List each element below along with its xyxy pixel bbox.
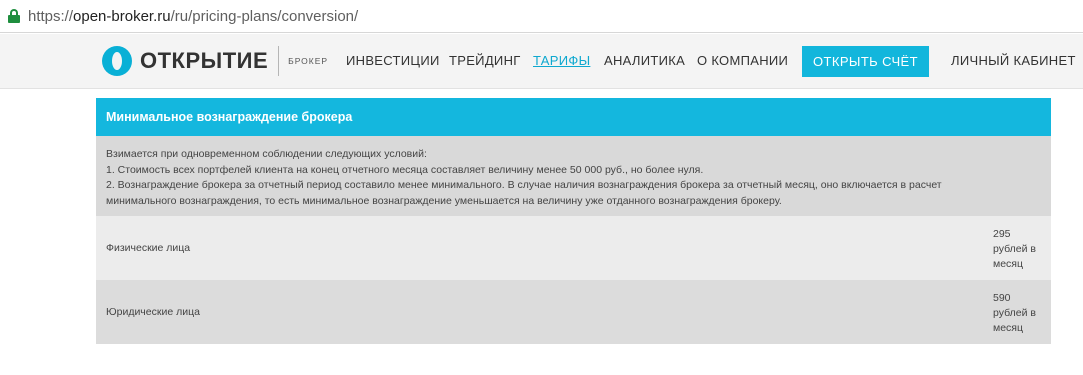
- price-amount: 590: [993, 292, 1011, 304]
- pricing-table: Минимальное вознаграждение брокера Взима…: [96, 98, 1051, 344]
- logo[interactable]: ОТКРЫТИЕ БРОКЕР: [102, 45, 328, 77]
- logo-name: ОТКРЫТИЕ: [140, 48, 269, 73]
- personal-cabinet-link[interactable]: ЛИЧНЫЙ КАБИНЕТ: [951, 53, 1076, 68]
- nav-about[interactable]: О КОМПАНИИ: [697, 53, 788, 68]
- browser-address-bar[interactable]: https://open-broker.ru/ru/pricing-plans/…: [0, 0, 1083, 33]
- url-path: /ru/pricing-plans/conversion/: [170, 7, 359, 25]
- logo-subtitle: БРОКЕР: [288, 56, 329, 66]
- price-unit: рублей в: [993, 307, 1036, 319]
- logo-icon: [102, 46, 132, 76]
- conditions-block: Взимается при одновременном соблюдении с…: [96, 136, 1051, 216]
- price-period: месяц: [993, 258, 1024, 270]
- url-prefix: https://: [28, 7, 74, 25]
- row-label: Физические лица: [106, 242, 191, 254]
- price-unit: рублей в: [993, 243, 1036, 255]
- open-account-button[interactable]: ОТКРЫТЬ СЧЁТ: [802, 46, 929, 77]
- lock-icon: [8, 9, 20, 23]
- nav-tariffs[interactable]: ТАРИФЫ: [533, 53, 590, 68]
- nav-investments[interactable]: ИНВЕСТИЦИИ: [346, 53, 440, 68]
- nav-trading[interactable]: ТРЕЙДИНГ: [449, 53, 521, 68]
- row-price: 295 рублей в месяц: [993, 227, 1051, 272]
- conditions-line: Взимается при одновременном соблюдении с…: [106, 148, 427, 160]
- row-price: 590 рублей в месяц: [993, 291, 1051, 336]
- nav-analytics[interactable]: АНАЛИТИКА: [604, 53, 685, 68]
- table-row: Физические лица 295 рублей в месяц: [96, 216, 1051, 280]
- conditions-line: 1. Стоимость всех портфелей клиента на к…: [106, 163, 704, 176]
- url-host: open-broker.ru: [73, 7, 171, 25]
- logo-divider: [278, 46, 280, 76]
- table-title: Минимальное вознаграждение брокера: [96, 98, 1051, 136]
- table-row: Юридические лица 590 рублей в месяц: [96, 280, 1051, 344]
- conditions-line: 2. Вознаграждение брокера за отчетный пе…: [106, 179, 942, 191]
- site-header: ОТКРЫТИЕ БРОКЕР ИНВЕСТИЦИИ ТРЕЙДИНГ ТАРИ…: [0, 34, 1083, 89]
- conditions-line: минимального вознаграждения, то есть мин…: [106, 194, 782, 207]
- row-label: Юридические лица: [106, 306, 200, 318]
- price-amount: 295: [993, 228, 1011, 240]
- url-text[interactable]: https://open-broker.ru/ru/pricing-plans/…: [28, 8, 358, 25]
- price-period: месяц: [993, 322, 1024, 334]
